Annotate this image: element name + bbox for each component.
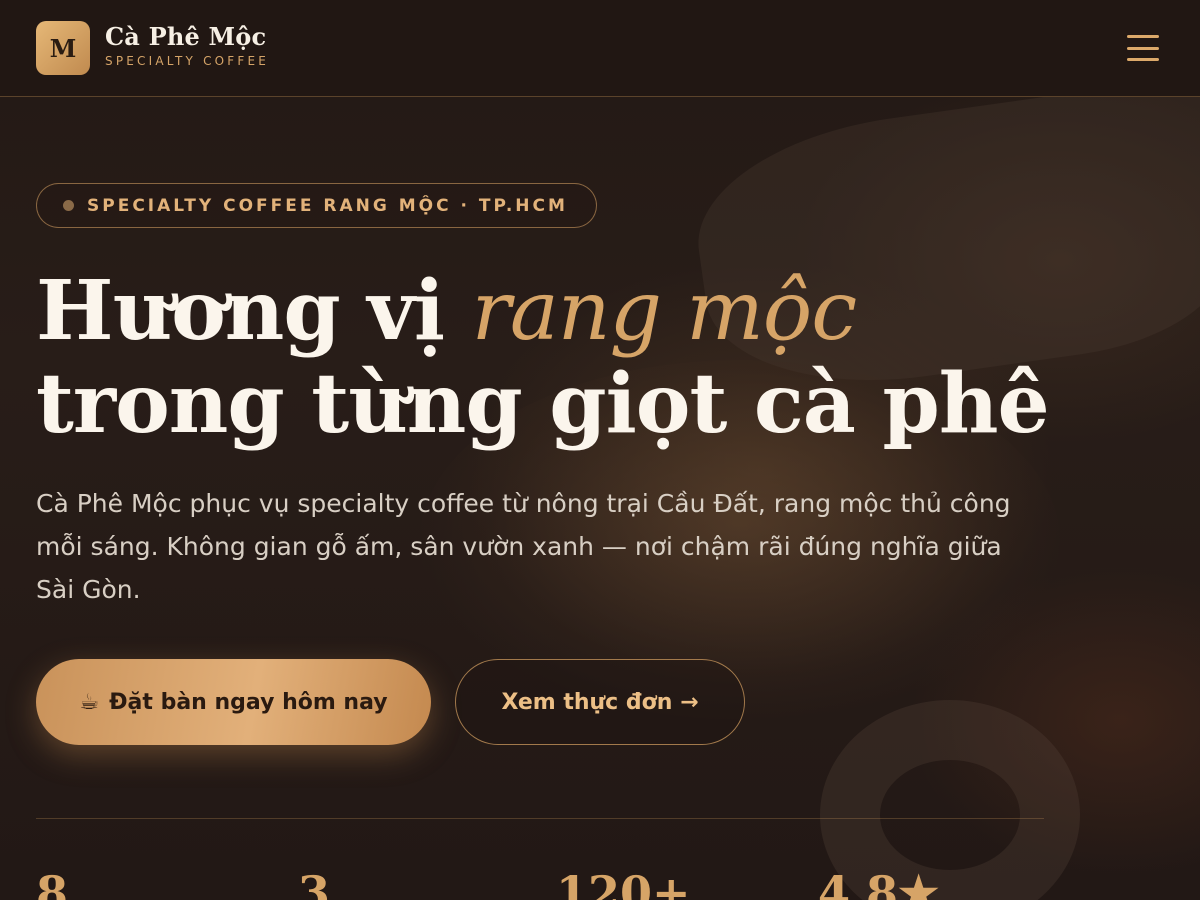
book-table-button[interactable]: ☕ Đặt bàn ngay hôm nay <box>36 659 431 745</box>
headline-accent: rang mộc <box>471 264 858 359</box>
book-table-label: Đặt bàn ngay hôm nay <box>109 689 388 715</box>
stat-value: 4.8★ <box>818 866 940 900</box>
menu-bar <box>1127 58 1159 61</box>
brand-name[interactable]: Cà Phê Mộc <box>105 22 266 51</box>
stat-value: 8 <box>36 866 69 900</box>
hamburger-menu-icon[interactable] <box>1124 32 1162 64</box>
site-header: M Cà Phê Mộc SPECIALTY COFFEE <box>0 0 1200 97</box>
menu-bar <box>1127 35 1159 38</box>
hero-description: Cà Phê Mộc phục vụ specialty coffee từ n… <box>36 489 1011 604</box>
hero-headline: Hương vị rang mộc trong từng giọt cà phê <box>36 263 1050 452</box>
menu-bar <box>1127 46 1159 50</box>
badge-dot-icon <box>63 200 74 211</box>
stat-value: 120+ <box>556 866 691 900</box>
view-menu-label: Xem thực đơn → <box>501 689 699 715</box>
headline-part1: Hương vị <box>36 263 472 359</box>
coffee-cup-icon: ☕ <box>79 689 100 715</box>
view-menu-button[interactable]: Xem thực đơn → <box>455 659 745 745</box>
stats-divider <box>36 818 1044 819</box>
stat-value: 3 <box>298 866 331 900</box>
hero-section: SPECIALTY COFFEE RANG MỘC · TP.HCM Hương… <box>0 0 1200 900</box>
brand-tagline: SPECIALTY COFFEE <box>105 54 270 68</box>
logo-icon[interactable]: M <box>36 21 90 75</box>
badge-text: SPECIALTY COFFEE RANG MỘC · TP.HCM <box>87 195 568 216</box>
location-badge: SPECIALTY COFFEE RANG MỘC · TP.HCM <box>36 183 597 228</box>
headline-line2: trong từng giọt cà phê <box>36 356 1050 452</box>
